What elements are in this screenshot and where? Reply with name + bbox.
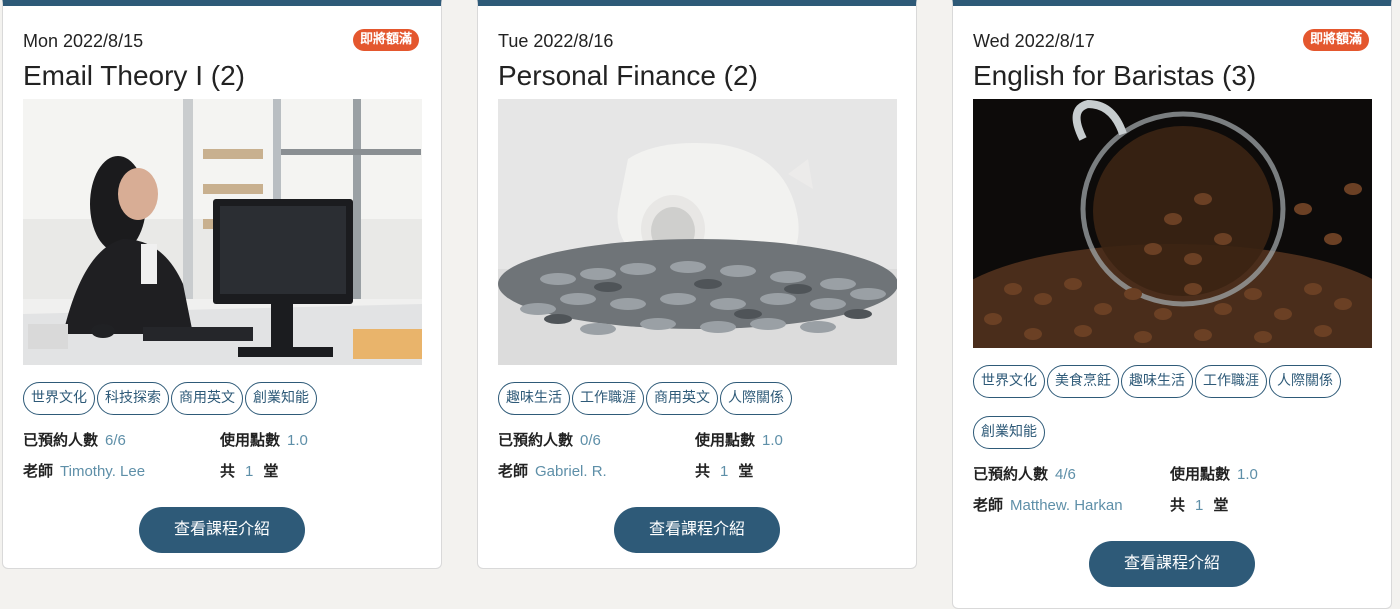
category-tags: 趣味生活 工作職涯 商用英文 人際關係 [498,382,896,415]
course-title: English for Baristas (3) [973,60,1257,91]
view-course-button[interactable]: 查看課程介紹 [139,507,305,553]
almost-full-badge: 即將額滿 [1302,29,1369,51]
course-image [973,99,1372,348]
tag-cuisine[interactable]: 美食烹飪 [1047,365,1119,398]
course-date: Wed 2022/8/17 [973,31,1095,51]
teacher-name: Timothy. Lee [60,463,146,480]
sessions-suffix: 堂 [1213,496,1229,514]
course-card-2: Tue 2022/8/16 Personal Finance (2) 趣味生活 … [477,0,917,569]
teacher-label: 老師 [23,462,54,480]
category-tags: 世界文化 美食烹飪 趣味生活 工作職涯 人際關係 創業知能 [973,365,1371,465]
sessions-count: 1 [720,463,729,480]
booked-value: 6/6 [105,432,126,449]
view-course-button[interactable]: 查看課程介紹 [1089,541,1255,587]
tag-relationships[interactable]: 人際關係 [1269,365,1341,398]
card-header: Wed 2022/8/17 即將額滿 [973,28,1371,54]
tag-business-english[interactable]: 商用英文 [171,382,243,415]
teacher-name: Matthew. Harkan [1010,497,1123,514]
points-row: 使用點數 1.0 [695,429,783,450]
course-meta: 已預約人數 4/6 使用點數 1.0 老師 Matthew. Harkan 共1堂 [973,463,1371,523]
course-card-3: Wed 2022/8/17 即將額滿 English for Baristas … [952,0,1392,609]
sessions-suffix: 堂 [738,462,754,480]
course-date: Mon 2022/8/15 [23,31,144,51]
course-card-1: Mon 2022/8/15 即將額滿 Email Theory I (2) 世界… [2,0,442,569]
booked-value: 0/6 [580,432,601,449]
tag-fun-life[interactable]: 趣味生活 [1121,365,1193,398]
course-date: Tue 2022/8/16 [498,31,614,51]
sessions-prefix: 共 [1170,496,1186,514]
course-meta: 已預約人數 0/6 使用點數 1.0 老師 Gabriel. R. 共1堂 [498,429,896,489]
teacher-name: Gabriel. R. [535,463,607,480]
sessions-prefix: 共 [220,462,236,480]
teacher-row: 老師 Gabriel. R. [498,460,607,481]
booked-label: 已預約人數 [498,431,574,449]
points-value: 1.0 [762,432,783,449]
sessions-count: 1 [1195,497,1204,514]
sessions-row: 共1堂 [695,460,753,481]
booked-row: 已預約人數 6/6 [23,429,126,450]
points-row: 使用點數 1.0 [220,429,308,450]
tag-career[interactable]: 工作職涯 [572,382,644,415]
tag-world-culture[interactable]: 世界文化 [23,382,95,415]
course-image [23,99,422,365]
teacher-row: 老師 Timothy. Lee [23,460,145,481]
tag-tech-exploration[interactable]: 科技探索 [97,382,169,415]
sessions-suffix: 堂 [263,462,279,480]
tag-business-english[interactable]: 商用英文 [646,382,718,415]
sessions-row: 共1堂 [1170,494,1228,515]
tag-entrepreneurship[interactable]: 創業知能 [245,382,317,415]
tag-career[interactable]: 工作職涯 [1195,365,1267,398]
booked-label: 已預約人數 [23,431,99,449]
teacher-row: 老師 Matthew. Harkan [973,494,1123,515]
category-tags: 世界文化 科技探索 商用英文 創業知能 [23,382,421,415]
points-label: 使用點數 [695,431,756,449]
course-image [498,99,897,365]
booked-value: 4/6 [1055,466,1076,483]
booked-row: 已預約人數 0/6 [498,429,601,450]
booked-row: 已預約人數 4/6 [973,463,1076,484]
course-meta: 已預約人數 6/6 使用點數 1.0 老師 Timothy. Lee 共1堂 [23,429,421,489]
course-title: Email Theory I (2) [23,60,245,91]
sessions-row: 共1堂 [220,460,278,481]
booked-label: 已預約人數 [973,465,1049,483]
points-label: 使用點數 [1170,465,1231,483]
tag-relationships[interactable]: 人際關係 [720,382,792,415]
points-label: 使用點數 [220,431,281,449]
points-value: 1.0 [1237,466,1258,483]
card-header: Mon 2022/8/15 即將額滿 [23,28,421,54]
view-course-button[interactable]: 查看課程介紹 [614,507,780,553]
almost-full-badge: 即將額滿 [352,29,419,51]
course-title: Personal Finance (2) [498,60,758,91]
tag-fun-life[interactable]: 趣味生活 [498,382,570,415]
card-header: Tue 2022/8/16 [498,28,896,54]
sessions-prefix: 共 [695,462,711,480]
tag-entrepreneurship[interactable]: 創業知能 [973,416,1045,449]
sessions-count: 1 [245,463,254,480]
teacher-label: 老師 [973,496,1004,514]
teacher-label: 老師 [498,462,529,480]
points-row: 使用點數 1.0 [1170,463,1258,484]
points-value: 1.0 [287,432,308,449]
tag-world-culture[interactable]: 世界文化 [973,365,1045,398]
